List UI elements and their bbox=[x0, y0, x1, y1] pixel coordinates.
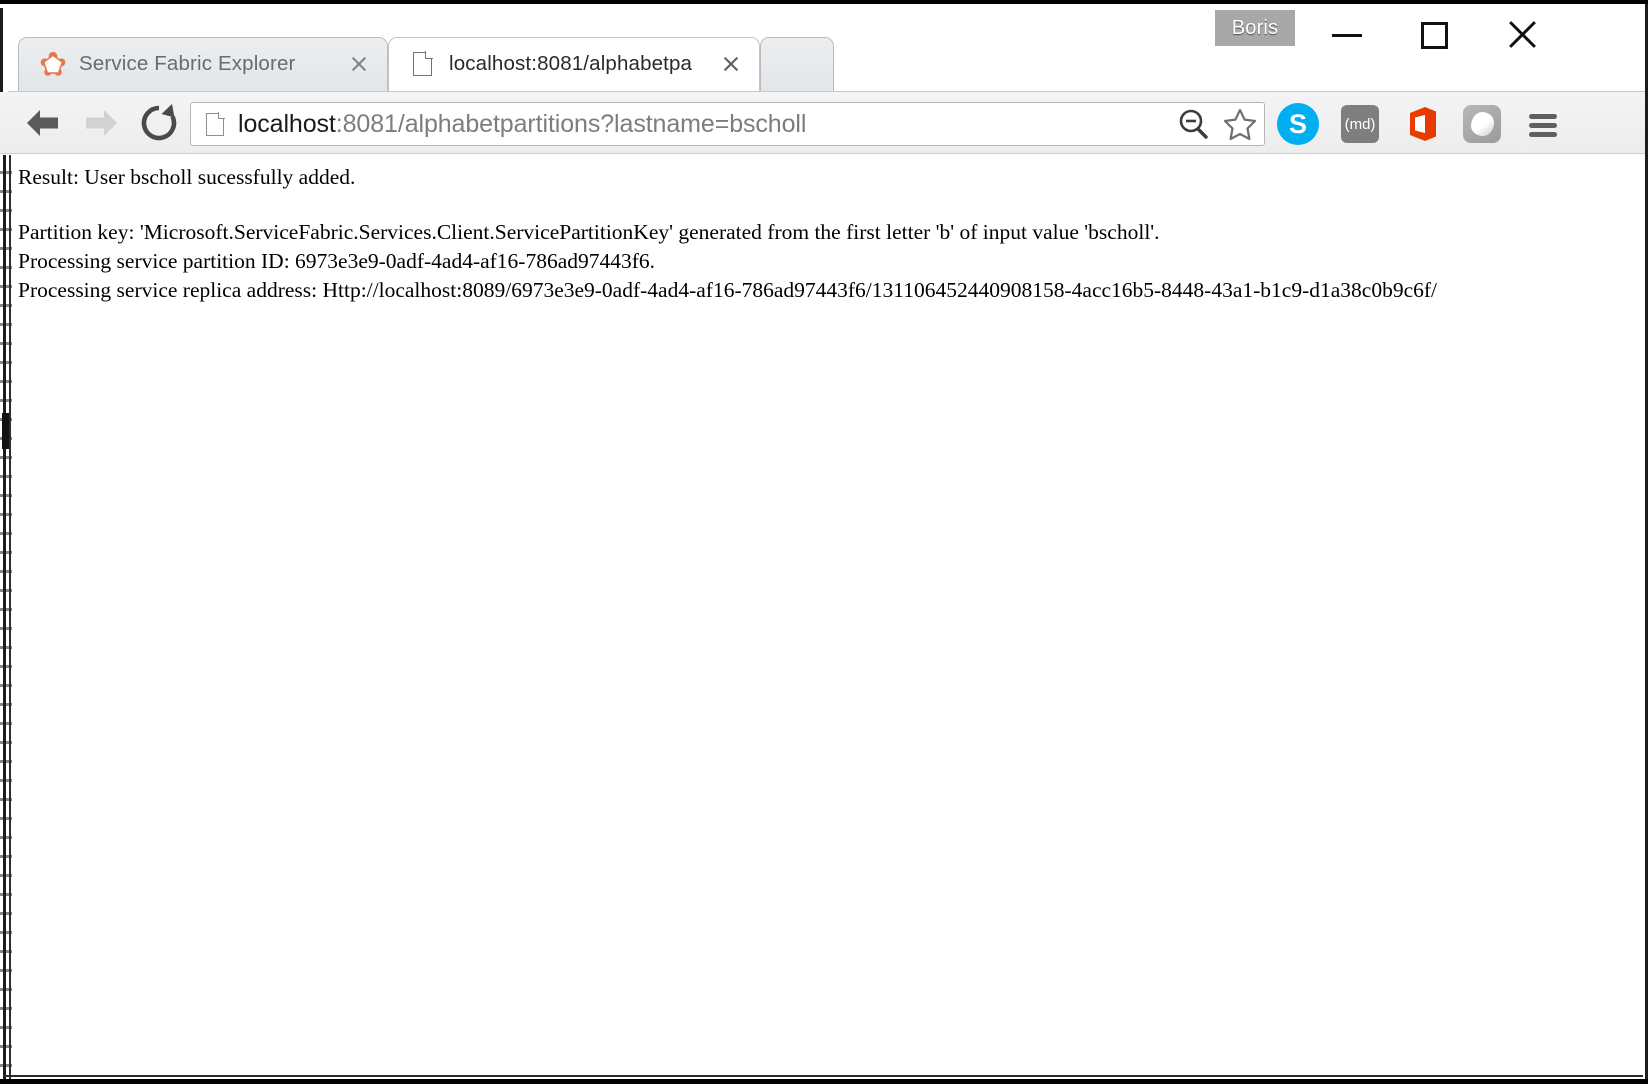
tab-title: localhost:8081/alphabetpa bbox=[449, 52, 693, 75]
minimize-icon bbox=[1332, 34, 1362, 37]
url-host: localhost bbox=[238, 109, 336, 138]
user-profile-badge[interactable]: Boris bbox=[1215, 10, 1295, 46]
tab-localhost-alphabetpartitions[interactable]: localhost:8081/alphabetpa bbox=[388, 37, 760, 91]
service-fabric-icon bbox=[40, 51, 66, 77]
minimize-button[interactable] bbox=[1318, 12, 1378, 56]
browser-window: Service Fabric Explorer localhost:8081/a… bbox=[0, 0, 1648, 1084]
gray-extension-button[interactable] bbox=[1460, 103, 1504, 145]
window-bottom-inner-line bbox=[3, 1075, 1643, 1077]
tab-service-fabric-explorer[interactable]: Service Fabric Explorer bbox=[18, 37, 388, 91]
hamburger-menu-icon bbox=[1529, 114, 1557, 119]
skype-extension-button[interactable]: S bbox=[1276, 103, 1320, 145]
result-line: Result: User bscholl sucessfully added. bbox=[18, 165, 356, 189]
hamburger-menu-icon-bar2 bbox=[1529, 123, 1557, 128]
window-left-border-inner bbox=[9, 155, 11, 1079]
tab-close-icon[interactable] bbox=[714, 47, 748, 81]
page-viewport: Result: User bscholl sucessfully added. … bbox=[0, 155, 1648, 1079]
markdown-icon: (md) bbox=[1341, 105, 1379, 143]
hamburger-menu-icon-bar3 bbox=[1529, 132, 1557, 137]
url-path: :8081/alphabetpartitions?lastname=bschol… bbox=[335, 109, 807, 138]
close-window-button[interactable] bbox=[1493, 12, 1553, 56]
office-icon bbox=[1410, 107, 1436, 141]
new-tab-button[interactable] bbox=[760, 37, 834, 91]
forward-arrow-icon bbox=[86, 110, 117, 136]
page-body-text: Result: User bscholl sucessfully added. … bbox=[18, 163, 1618, 305]
forward-button bbox=[76, 98, 126, 148]
gray-blob-icon bbox=[1463, 105, 1501, 143]
url-text: localhost:8081/alphabetpartitions?lastna… bbox=[238, 110, 1172, 139]
page-document-icon bbox=[410, 51, 436, 77]
chrome-menu-button[interactable] bbox=[1520, 102, 1566, 146]
skype-icon: S bbox=[1277, 103, 1319, 145]
zoom-out-icon[interactable] bbox=[1172, 104, 1216, 144]
reload-button[interactable] bbox=[134, 98, 184, 148]
back-button[interactable] bbox=[18, 98, 68, 148]
browser-toolbar: localhost:8081/alphabetpartitions?lastna… bbox=[0, 92, 1648, 154]
tab-close-icon[interactable] bbox=[342, 47, 376, 81]
replica-address-line: Processing service replica address: Http… bbox=[18, 278, 1438, 302]
reload-icon bbox=[141, 104, 177, 141]
bookmark-star-icon[interactable] bbox=[1218, 104, 1262, 144]
partition-id-line: Processing service partition ID: 6973e3e… bbox=[18, 249, 656, 273]
window-left-edge bbox=[0, 8, 8, 96]
tab-title: Service Fabric Explorer bbox=[79, 52, 296, 75]
new-tab-background bbox=[760, 37, 834, 91]
markdown-extension-button[interactable]: (md) bbox=[1338, 103, 1382, 145]
title-bar: Service Fabric Explorer localhost:8081/a… bbox=[0, 4, 1648, 96]
window-left-edge-block bbox=[2, 413, 9, 449]
window-left-border bbox=[3, 155, 6, 1079]
address-bar[interactable]: localhost:8081/alphabetpartitions?lastna… bbox=[190, 102, 1265, 146]
user-profile-label: Boris bbox=[1231, 16, 1279, 39]
office-extension-button[interactable] bbox=[1400, 103, 1444, 145]
window-bottom-border bbox=[0, 1079, 1648, 1084]
back-arrow-icon bbox=[27, 110, 58, 136]
maximize-icon bbox=[1421, 22, 1448, 49]
maximize-button[interactable] bbox=[1405, 12, 1465, 56]
partition-key-line: Partition key: 'Microsoft.ServiceFabric.… bbox=[18, 220, 1160, 244]
page-info-icon[interactable] bbox=[206, 112, 225, 136]
